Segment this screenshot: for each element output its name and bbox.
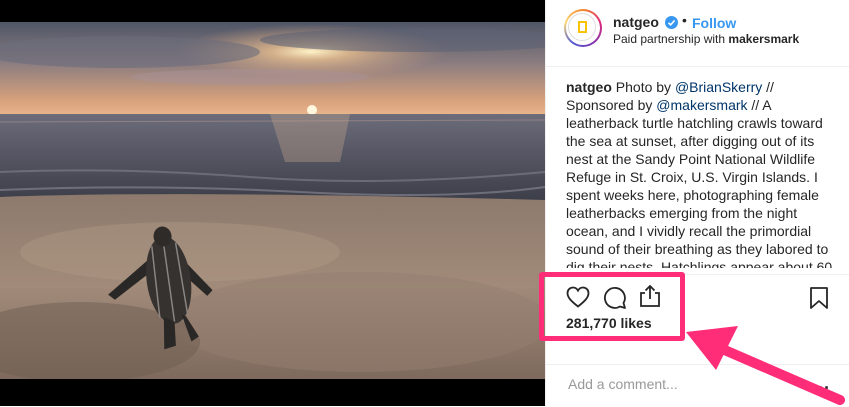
avatar[interactable]	[564, 9, 602, 47]
post-photo[interactable]	[0, 22, 545, 379]
comment-icon[interactable]	[603, 286, 627, 310]
more-options-icon[interactable]: ...	[812, 373, 830, 394]
turtle-sunset-image	[0, 22, 545, 379]
caption-text-1: Photo by	[611, 79, 675, 95]
mention-brianskerry[interactable]: @BrianSkerry	[675, 79, 762, 95]
follow-button[interactable]: Follow	[692, 15, 736, 31]
mention-makersmark[interactable]: @makersmark	[656, 97, 747, 113]
likes-count[interactable]: 281,770 likes	[566, 315, 652, 331]
comment-input[interactable]	[566, 373, 790, 395]
post-header: natgeo • Follow Paid partnership with ma…	[546, 0, 849, 67]
post-caption: natgeo Photo by @BrianSkerry // Sponsore…	[566, 78, 840, 268]
share-icon[interactable]	[639, 284, 661, 308]
post-actions: 281,770 likes	[546, 274, 849, 365]
caption-username[interactable]: natgeo	[566, 79, 612, 95]
add-comment-bar: ...	[546, 364, 849, 407]
paid-partnership-label: Paid partnership with makersmark	[613, 32, 799, 46]
caption-text-3: // A leatherback turtle hatchling crawls…	[566, 97, 833, 268]
heart-icon[interactable]	[566, 286, 590, 308]
bookmark-icon[interactable]	[809, 286, 829, 310]
partner-link[interactable]: makersmark	[728, 32, 799, 46]
separator-dot: •	[682, 12, 687, 28]
partnership-prefix: Paid partnership with	[613, 32, 729, 46]
verified-badge-icon	[665, 16, 678, 29]
post-media	[0, 0, 545, 406]
post-side-panel: natgeo • Follow Paid partnership with ma…	[545, 0, 849, 406]
natgeo-logo-icon	[568, 13, 596, 41]
username[interactable]: natgeo	[613, 14, 659, 30]
